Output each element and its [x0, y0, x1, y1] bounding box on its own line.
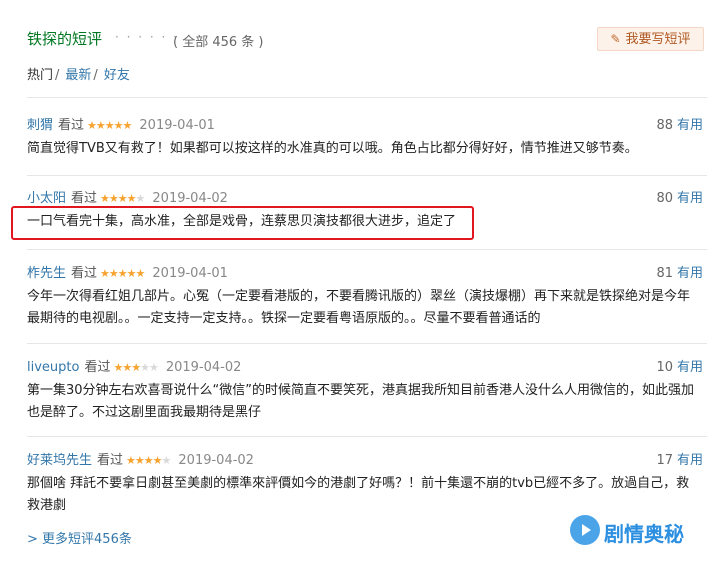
- useful-button[interactable]: 有用: [677, 191, 703, 206]
- star-icon: ★: [126, 454, 136, 467]
- pencil-icon: ✎: [610, 32, 621, 46]
- comment-text: 第一集30分钟左右欢喜哥说什么“微信”的时候简直不要笑死，港真据我所知目前香港人…: [27, 383, 695, 420]
- star-icon: ★: [87, 119, 97, 132]
- comment-item: 好莱坞先生 看过 ★★★★★ 2019-04-02 17 有用 那個啥 拜託不要拿日劇甚至美…: [27, 449, 707, 517]
- comment-date: 2019-04-02: [178, 453, 254, 468]
- highlight-box: [11, 206, 474, 240]
- write-comment-button[interactable]: ✎ 我要写短评: [597, 27, 704, 51]
- vote-count: 81: [656, 266, 673, 281]
- comment-meta: liveupto 看过 ★★★★★ 2019-04-02 10 有用: [27, 356, 707, 376]
- comment-text: 今年一次得看红姐几部片。心冤（一定要看港版的，不要看腾讯版的）翠丝（演技爆棚）再…: [27, 289, 691, 326]
- vote-area: 81 有用: [656, 262, 703, 281]
- rating-stars: ★★★★★: [126, 454, 172, 467]
- tab-separator: /: [55, 68, 60, 83]
- comment-item: 柞先生 看过 ★★★★★ 2019-04-01 81 有用 今年一次得看红姐几部片。心冤（一…: [27, 262, 707, 330]
- comment-date: 2019-04-01: [139, 118, 215, 133]
- comment-user[interactable]: 柞先生: [27, 266, 66, 281]
- star-icon: ★: [135, 267, 146, 280]
- comment-date: 2019-04-02: [165, 360, 242, 375]
- useful-button[interactable]: 有用: [677, 453, 703, 468]
- divider: [27, 249, 707, 250]
- star-icon: ★: [161, 454, 172, 467]
- divider: [27, 97, 707, 98]
- total-count[interactable]: ( 全部 456 条 ): [173, 31, 264, 50]
- comments-header: 铁探的短评 · · · · · · ( 全部 456 条 ) ✎ 我要写短评: [27, 27, 707, 51]
- vote-area: 80 有用: [656, 187, 703, 206]
- star-icon: ★: [135, 192, 146, 205]
- star-icon: ★: [108, 192, 119, 205]
- comment-user[interactable]: 刺猬: [27, 118, 53, 133]
- watermark-logo: 剧情奥秘: [566, 512, 706, 548]
- star-icon: ★: [126, 192, 137, 205]
- star-icon: ★: [117, 267, 128, 280]
- star-icon: ★: [131, 361, 141, 374]
- comment-text: 那個啥 拜託不要拿日劇甚至美劇的標準來評價如今的港劇了好嗎？！前十集還不崩的tv…: [27, 476, 690, 513]
- star-icon: ★: [100, 267, 110, 280]
- title-dots: · · · · · ·: [115, 30, 179, 44]
- comment-meta: 小太阳 看过 ★★★★★ 2019-04-02 80 有用: [27, 187, 707, 207]
- star-icon: ★: [113, 119, 124, 132]
- comment-meta: 柞先生 看过 ★★★★★ 2019-04-01 81 有用: [27, 262, 707, 282]
- divider: [27, 436, 707, 437]
- comment-meta: 好莱坞先生 看过 ★★★★★ 2019-04-02 17 有用: [27, 449, 707, 469]
- star-icon: ★: [122, 119, 133, 132]
- comment-meta: 刺猬 看过 ★★★★★ 2019-04-01 88 有用: [27, 114, 707, 134]
- star-icon: ★: [148, 361, 159, 374]
- sort-tabs: 热门 / 最新 / 好友: [27, 64, 130, 83]
- vote-count: 80: [656, 191, 673, 206]
- star-icon: ★: [140, 361, 150, 374]
- play-icon: [570, 515, 600, 545]
- star-icon: ★: [122, 361, 132, 374]
- more-comments-link[interactable]: > 更多短评456条: [27, 528, 132, 547]
- section-title[interactable]: 铁探的短评: [27, 28, 102, 49]
- tab-friends[interactable]: 好友: [104, 68, 130, 83]
- star-icon: ★: [117, 192, 128, 205]
- star-icon: ★: [152, 454, 163, 467]
- comment-item: 刺猬 看过 ★★★★★ 2019-04-01 88 有用 简直觉得TVB又有救了！如果都可以…: [27, 114, 707, 160]
- write-comment-label: 我要写短评: [625, 32, 691, 47]
- useful-button[interactable]: 有用: [677, 118, 703, 133]
- tab-separator: /: [93, 68, 98, 83]
- star-icon: ★: [134, 454, 145, 467]
- tab-hot[interactable]: 热门: [27, 68, 53, 83]
- star-icon: ★: [143, 454, 154, 467]
- watched-label: 看过: [84, 360, 111, 375]
- comment-date: 2019-04-01: [152, 266, 228, 281]
- watched-label: 看过: [71, 191, 98, 206]
- tab-latest[interactable]: 最新: [65, 68, 91, 83]
- vote-count: 17: [656, 453, 673, 468]
- star-icon: ★: [100, 192, 110, 205]
- vote-count: 88: [656, 118, 673, 133]
- comment-date: 2019-04-02: [152, 191, 228, 206]
- divider: [27, 175, 707, 176]
- divider: [27, 343, 707, 344]
- useful-button[interactable]: 有用: [677, 360, 703, 375]
- star-icon: ★: [108, 267, 119, 280]
- comment-user[interactable]: liveupto: [27, 360, 79, 375]
- star-icon: ★: [104, 119, 115, 132]
- rating-stars: ★★★★★: [100, 267, 146, 280]
- useful-button[interactable]: 有用: [677, 266, 703, 281]
- rating-stars: ★★★★★: [113, 361, 159, 374]
- rating-stars: ★★★★★: [100, 192, 146, 205]
- rating-stars: ★★★★★: [87, 119, 133, 132]
- watched-label: 看过: [58, 118, 85, 133]
- comment-item: liveupto 看过 ★★★★★ 2019-04-02 10 有用第一集30分钟左右欢喜…: [27, 356, 707, 424]
- comment-user[interactable]: 好莱坞先生: [27, 453, 92, 468]
- star-icon: ★: [126, 267, 137, 280]
- star-icon: ★: [95, 119, 106, 132]
- watched-label: 看过: [71, 266, 98, 281]
- comment-text: 简直觉得TVB又有救了！如果都可以按这样的水准真的可以哦。角色占比都分得好好，情…: [27, 141, 638, 156]
- vote-area: 10 有用: [656, 356, 703, 375]
- vote-area: 17 有用: [656, 449, 703, 468]
- vote-area: 88 有用: [656, 114, 703, 133]
- watched-label: 看过: [97, 453, 124, 468]
- vote-count: 10: [656, 360, 673, 375]
- comment-user[interactable]: 小太阳: [27, 191, 66, 206]
- watermark-text: 剧情奥秘: [604, 522, 684, 546]
